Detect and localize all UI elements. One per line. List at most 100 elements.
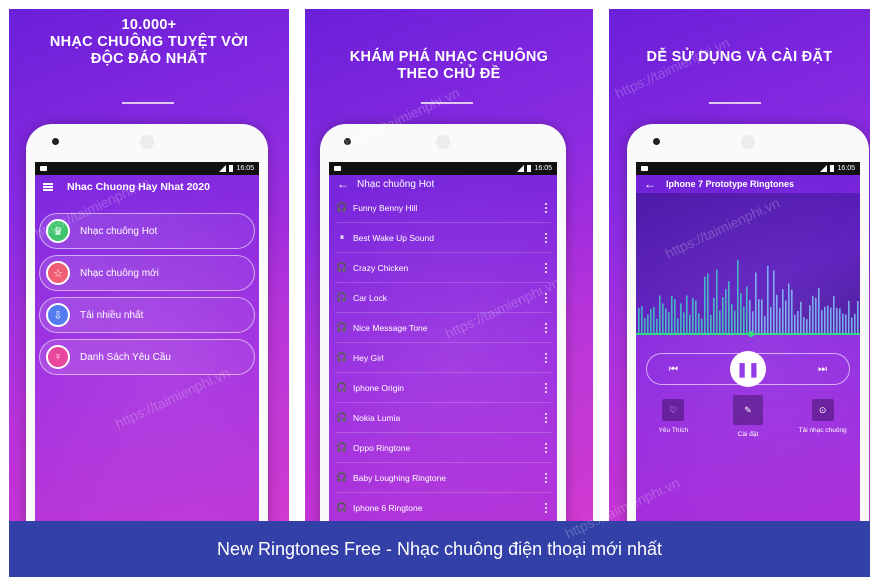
- list-item[interactable]: 🎧 Hey Girl: [335, 343, 551, 373]
- song-title: Iphone 6 Ringtone: [353, 502, 423, 513]
- waveform-bar: [725, 289, 727, 333]
- headphones-icon: 🎧: [336, 502, 348, 512]
- caption-bar: New Ringtones Free - Nhạc chuông điện th…: [9, 521, 870, 577]
- more-icon[interactable]: [545, 231, 547, 245]
- list-item[interactable]: 🎧 Crazy Chicken: [335, 253, 551, 283]
- waveform-bar: [755, 272, 757, 333]
- list-item[interactable]: 🎧 Oppo Ringtone: [335, 433, 551, 463]
- home-menu: ♛ Nhạc chuông Hot ☆ Nhạc chuông mới ⇩ Tải nhi…: [35, 199, 259, 375]
- signal-icon: [219, 165, 227, 172]
- app-bar: Nhac Chuong Hay Nhat 2020: [35, 175, 259, 199]
- more-icon[interactable]: [545, 261, 547, 275]
- waveform-bar: [704, 276, 706, 333]
- back-arrow-icon[interactable]: ←: [337, 178, 349, 190]
- more-icon[interactable]: [545, 351, 547, 365]
- list-item[interactable]: 🎧 Nokia Lumia: [335, 403, 551, 433]
- headphones-icon: 🎧: [336, 292, 348, 302]
- notification-icon: [641, 166, 648, 171]
- waveform-bar: [833, 295, 835, 333]
- waveform-bar: [710, 314, 712, 333]
- headphones-icon: 🎧: [336, 202, 348, 212]
- waveform-bar: [665, 308, 667, 333]
- song-title: Oppo Ringtone: [353, 442, 411, 453]
- more-icon[interactable]: [545, 291, 547, 305]
- list-item[interactable]: ⏸ Best Wake Up Sound: [335, 223, 551, 253]
- camera-icon: [653, 138, 660, 145]
- list-title: Nhạc chuông Hot: [357, 178, 435, 190]
- waveform-bar: [788, 283, 790, 333]
- headline-divider: [122, 102, 174, 104]
- waveform-bar: [668, 312, 670, 333]
- list-item[interactable]: 🎧 Baby Loughing Ringtone: [335, 463, 551, 493]
- list-item[interactable]: 🎧 Nice Message Tone: [335, 313, 551, 343]
- list-item[interactable]: 🎧 Iphone Origin: [335, 373, 551, 403]
- battery-icon: [229, 165, 234, 172]
- waveform-bar: [641, 306, 643, 333]
- menu-item[interactable]: ☆ Nhạc chuông mới: [39, 255, 255, 291]
- action-label: Cài đặt: [737, 431, 759, 438]
- panel-features: 10.000+ NHẠC CHUÔNG TUYỆT VỜI ĐỘC ĐÁO NH…: [9, 9, 289, 521]
- more-icon[interactable]: [545, 321, 547, 335]
- progress-bar[interactable]: [636, 331, 860, 337]
- waveform-bar: [854, 313, 856, 333]
- waveform-bar: [674, 299, 676, 333]
- heart-icon: ♡: [662, 399, 685, 421]
- trophy-icon: ♛: [46, 219, 70, 243]
- song-title: Funny Benny Hill: [353, 202, 418, 213]
- more-icon[interactable]: [545, 201, 547, 215]
- action-download-circle[interactable]: ⊙ Tải nhạc chuông: [795, 399, 851, 438]
- signal-icon: [820, 165, 828, 172]
- menu-item[interactable]: ♛ Nhạc chuông Hot: [39, 213, 255, 249]
- headphones-icon: 🎧: [336, 322, 348, 332]
- headline-line: THEO CHỦ ĐỀ: [397, 66, 501, 82]
- list-item[interactable]: 🎧 Funny Benny Hill: [335, 193, 551, 223]
- waveform-bar: [728, 281, 730, 333]
- waveform-bar: [722, 297, 724, 333]
- more-icon[interactable]: [545, 381, 547, 395]
- more-icon[interactable]: [545, 441, 547, 455]
- waveform-bar: [671, 295, 673, 333]
- more-icon[interactable]: [545, 411, 547, 425]
- waveform-bar: [797, 311, 799, 333]
- speaker-icon: [140, 135, 154, 149]
- waveform-bar: [785, 300, 787, 333]
- waveform-bar: [812, 295, 814, 333]
- more-icon[interactable]: [545, 501, 547, 515]
- action-install[interactable]: ✎ Cài đặt: [720, 395, 776, 438]
- promo-banner: 10.000+ NHẠC CHUÔNG TUYỆT VỜI ĐỘC ĐÁO NH…: [0, 0, 870, 577]
- phone-screen-player: 16:05 ← Iphone 7 Prototype Ringtones ⏮ ❚…: [636, 162, 860, 521]
- waveform-bar: [749, 300, 751, 333]
- next-icon[interactable]: ⏭: [818, 364, 827, 375]
- song-title: Baby Loughing Ringtone: [353, 472, 447, 483]
- song-title: Car Lock: [353, 292, 388, 303]
- headphones-icon: 🎧: [336, 262, 348, 272]
- waveform-bar: [761, 299, 763, 333]
- waveform-bar: [770, 307, 772, 333]
- waveform-bar: [650, 308, 652, 333]
- list-item[interactable]: 🎧 Car Lock: [335, 283, 551, 313]
- back-arrow-icon[interactable]: ←: [644, 178, 656, 190]
- action-label: Tải nhạc chuông: [798, 427, 847, 434]
- phone-mockup: 16:05 ← Iphone 7 Prototype Ringtones ⏮ ❚…: [627, 124, 869, 521]
- more-icon[interactable]: [545, 471, 547, 485]
- waveform-bar: [677, 318, 679, 333]
- pause-button[interactable]: ❚❚: [730, 351, 766, 387]
- player-controls: ⏮ ❚❚ ⏭: [646, 351, 850, 387]
- action-label: Yêu Thích: [658, 427, 689, 434]
- list-item[interactable]: 🎧 Iphone 6 Ringtone: [335, 493, 551, 521]
- menu-item[interactable]: ♀ Danh Sách Yêu Cầu: [39, 339, 255, 375]
- menu-item-label: Danh Sách Yêu Cầu: [80, 351, 171, 363]
- menu-icon[interactable]: [43, 183, 53, 191]
- notification-icon: [40, 166, 47, 171]
- waveform-bar: [752, 311, 754, 333]
- previous-icon[interactable]: ⏮: [669, 364, 678, 375]
- song-title: Crazy Chicken: [353, 262, 409, 273]
- menu-item[interactable]: ⇩ Tải nhiều nhất: [39, 297, 255, 333]
- pause-icon: ⏸: [339, 232, 345, 242]
- user-icon: ♀: [46, 345, 70, 369]
- menu-item-label: Nhạc chuông mới: [80, 267, 159, 279]
- headline-line: 10.000+: [121, 17, 177, 33]
- action-heart[interactable]: ♡ Yêu Thích: [645, 399, 701, 438]
- progress-knob[interactable]: [748, 331, 754, 337]
- waveform-bar: [638, 308, 640, 333]
